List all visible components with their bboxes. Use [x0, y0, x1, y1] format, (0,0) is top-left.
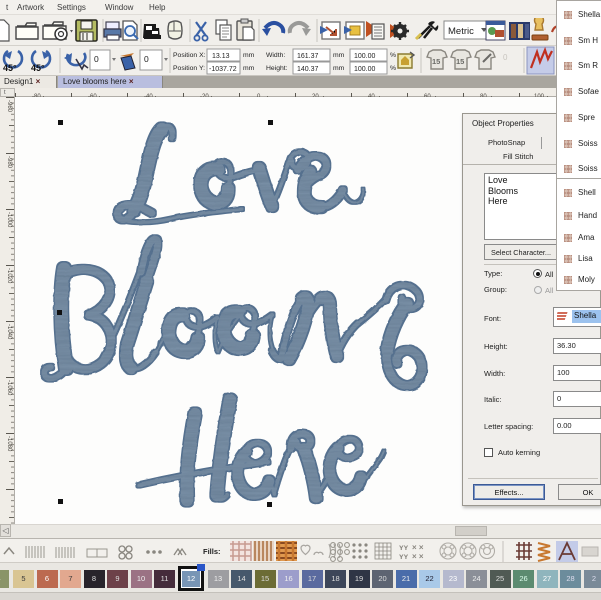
- svg-text:100.00: 100.00: [354, 66, 376, 73]
- svg-text:Width:: Width:: [266, 52, 285, 59]
- svg-text:Height:: Height:: [266, 65, 288, 72]
- svg-text:× ×: × ×: [412, 552, 424, 561]
- svg-text:Metric: Metric: [448, 26, 474, 37]
- svg-text:-1040: -1040: [6, 324, 12, 340]
- svg-text:-1080: -1080: [6, 436, 12, 452]
- svg-text:13.13: 13.13: [212, 53, 230, 60]
- svg-text:0: 0: [503, 53, 508, 62]
- svg-text:ʏʏ: ʏʏ: [399, 552, 409, 561]
- svg-text:mm: mm: [333, 52, 345, 59]
- svg-text:0: 0: [94, 54, 99, 64]
- svg-text:-1000: -1000: [6, 212, 12, 228]
- svg-text:140.37: 140.37: [297, 66, 319, 73]
- svg-text:-980: -980: [6, 156, 12, 169]
- svg-text:-1037.72: -1037.72: [209, 66, 237, 73]
- svg-text:mm: mm: [243, 65, 255, 72]
- svg-text:mm: mm: [243, 52, 255, 59]
- svg-text:161.37: 161.37: [297, 53, 319, 60]
- svg-text:-1020: -1020: [6, 268, 12, 284]
- svg-text:45°: 45°: [3, 63, 17, 73]
- svg-text:Position X:: Position X:: [173, 52, 206, 59]
- svg-text:-1060: -1060: [6, 380, 12, 396]
- svg-text:15: 15: [456, 57, 464, 66]
- svg-text:Position Y:: Position Y:: [173, 65, 205, 72]
- svg-text:%: %: [390, 65, 396, 72]
- svg-text:-960: -960: [6, 100, 12, 113]
- svg-text:× ×: × ×: [412, 543, 424, 552]
- svg-text:mm: mm: [333, 65, 345, 72]
- svg-text:ʏʏ: ʏʏ: [399, 543, 409, 552]
- svg-text:45°: 45°: [31, 63, 45, 73]
- svg-text:15: 15: [432, 57, 440, 66]
- svg-text:%: %: [390, 52, 396, 59]
- svg-text:0: 0: [144, 54, 149, 64]
- svg-text:100.00: 100.00: [354, 53, 376, 60]
